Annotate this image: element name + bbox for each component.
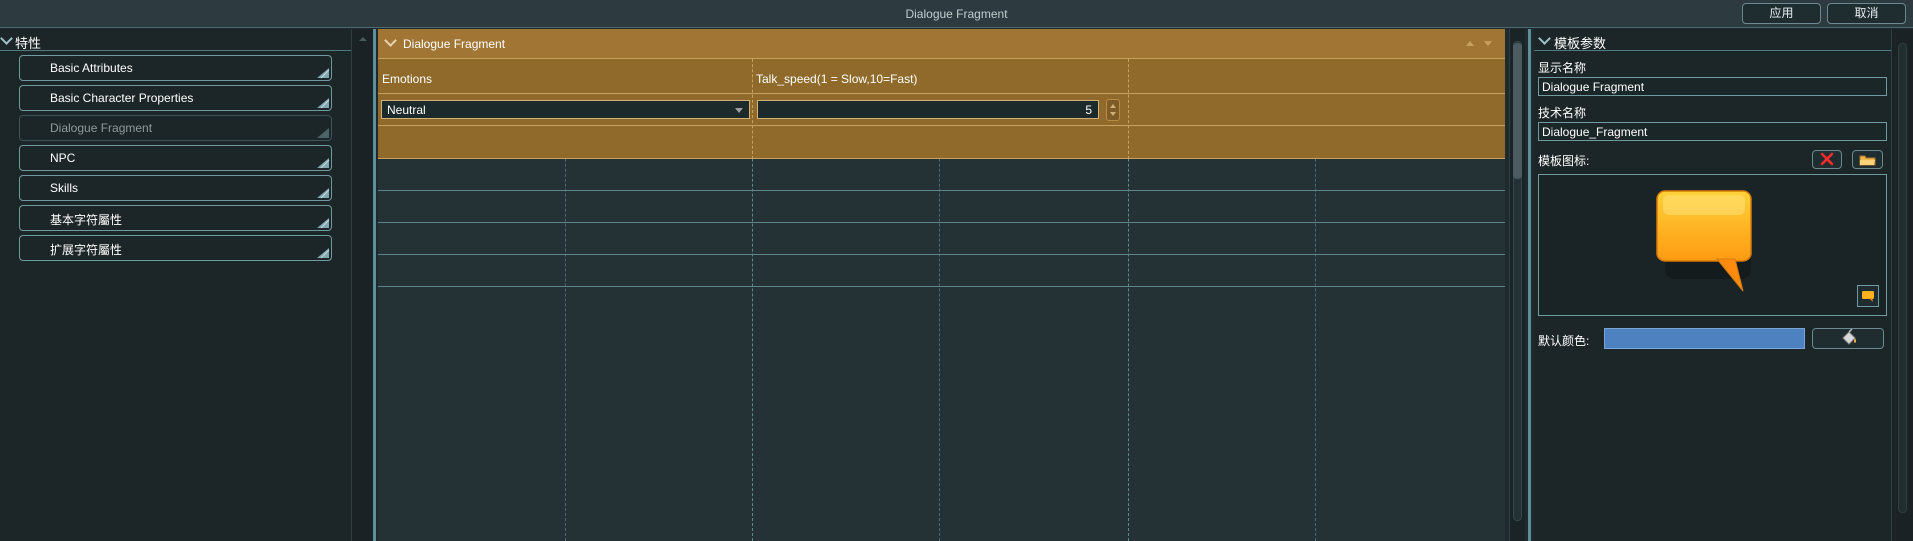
resize-corner-icon — [317, 158, 330, 169]
chevron-down-icon — [0, 32, 13, 45]
cancel-button[interactable]: 取消 — [1827, 3, 1906, 24]
properties-header-label: 特性 — [15, 36, 42, 51]
row-divider — [378, 158, 1505, 159]
template-params-header[interactable]: 模板参数 — [1534, 31, 1891, 51]
tree-item-label: 扩展字符屬性 — [50, 243, 123, 257]
fragment-editor: Dialogue Fragment Emotions Talk_speed(1 … — [378, 29, 1505, 541]
window-title: Dialogue Fragment — [905, 7, 1008, 21]
row-divider — [378, 125, 1505, 126]
emotions-label: Emotions — [382, 72, 433, 86]
template-icon-label: 模板图标: — [1538, 154, 1590, 168]
left-scrollbar[interactable] — [351, 29, 373, 541]
tree-item-basic-character-properties[interactable]: Basic Character Properties — [19, 85, 332, 111]
move-down-icon[interactable] — [1484, 41, 1492, 46]
column-divider — [752, 59, 753, 159]
chevron-down-icon — [735, 108, 743, 113]
section-header[interactable]: Dialogue Fragment — [378, 29, 1505, 59]
resize-corner-icon — [317, 98, 330, 109]
small-icon-preview[interactable] — [1857, 285, 1879, 307]
tree-item-extended-char-attrs-cn[interactable]: 扩展字符屬性 — [19, 235, 332, 261]
talk-speed-input[interactable]: 5 — [757, 100, 1099, 119]
clear-icon-button[interactable] — [1812, 150, 1842, 169]
right-scrollbar[interactable] — [1891, 29, 1913, 541]
tree-item-dialogue-fragment[interactable]: Dialogue Fragment — [19, 115, 332, 141]
resize-corner-icon — [317, 128, 329, 138]
resize-corner-icon — [317, 218, 330, 229]
column-divider — [1128, 59, 1129, 159]
speech-bubble-icon — [1862, 291, 1874, 302]
scroll-track[interactable] — [1898, 43, 1907, 513]
browse-icon-button[interactable] — [1852, 150, 1883, 169]
display-name-label: 显示名称 — [1538, 61, 1587, 75]
dialogue-fragment-section: Dialogue Fragment Emotions Talk_speed(1 … — [378, 29, 1505, 159]
tree-item-label: Dialogue Fragment — [50, 121, 153, 135]
chevron-down-icon — [1538, 32, 1551, 45]
display-name-field[interactable]: Dialogue Fragment — [1538, 77, 1887, 96]
properties-panel: 特性 Basic Attributes Basic Character Prop… — [0, 29, 351, 541]
pick-color-button[interactable] — [1812, 328, 1884, 349]
tree-item-basic-attributes[interactable]: Basic Attributes — [19, 55, 332, 81]
template-icon-preview — [1538, 174, 1887, 316]
apply-button[interactable]: 应用 — [1742, 3, 1821, 24]
template-params-panel: 模板参数 显示名称 Dialogue Fragment 技术名称 Dialogu… — [1534, 29, 1913, 541]
tree-item-label: Basic Character Properties — [50, 91, 194, 105]
section-title: Dialogue Fragment — [403, 37, 506, 51]
default-color-label: 默认颜色: — [1538, 334, 1590, 348]
resize-corner-icon — [317, 188, 330, 199]
right-splitter[interactable] — [1528, 29, 1531, 541]
row-divider — [378, 93, 1505, 94]
tree-item-skills[interactable]: Skills — [19, 175, 332, 201]
scroll-up-arrow-icon[interactable] — [359, 37, 367, 41]
tree-item-label: Skills — [50, 181, 79, 195]
chevron-down-icon — [384, 34, 397, 47]
grid-row-line — [378, 190, 1505, 191]
grid-row-line — [378, 286, 1505, 287]
technical-name-value: Dialogue_Fragment — [1542, 125, 1648, 139]
tree-item-label: 基本字符屬性 — [50, 213, 123, 227]
tree-item-label: NPC — [50, 151, 76, 165]
talk-speed-label: Talk_speed(1 = Slow,10=Fast) — [756, 72, 918, 86]
display-name-value: Dialogue Fragment — [1542, 80, 1645, 94]
scroll-thumb[interactable] — [1513, 43, 1522, 179]
left-splitter[interactable] — [373, 29, 376, 541]
emotions-dropdown[interactable]: Neutral — [381, 100, 750, 119]
grid-row-line — [378, 254, 1505, 255]
talk-speed-stepper[interactable] — [1106, 99, 1120, 121]
resize-corner-icon — [317, 68, 330, 79]
center-scrollbar[interactable] — [1509, 29, 1525, 541]
speech-bubble-icon — [1656, 190, 1752, 292]
paint-bucket-icon — [1842, 328, 1856, 345]
properties-header[interactable]: 特性 — [0, 31, 351, 51]
title-bar: Dialogue Fragment 应用 取消 — [0, 0, 1913, 28]
close-icon — [1820, 152, 1834, 166]
move-up-icon[interactable] — [1466, 41, 1474, 46]
talk-speed-value: 5 — [1085, 103, 1092, 117]
tree-item-npc[interactable]: NPC — [19, 145, 332, 171]
tree-item-label: Basic Attributes — [50, 61, 133, 75]
technical-name-field[interactable]: Dialogue_Fragment — [1538, 122, 1887, 141]
default-color-swatch[interactable] — [1604, 328, 1805, 349]
technical-name-label: 技术名称 — [1538, 106, 1587, 120]
resize-corner-icon — [317, 248, 330, 259]
template-params-header-label: 模板参数 — [1554, 36, 1607, 51]
decrement-icon[interactable] — [1110, 112, 1116, 116]
tree-item-basic-char-attrs-cn[interactable]: 基本字符屬性 — [19, 205, 332, 231]
grid-row-line — [378, 222, 1505, 223]
emotions-value: Neutral — [387, 103, 426, 117]
folder-icon — [1859, 155, 1876, 166]
increment-icon[interactable] — [1110, 104, 1116, 108]
